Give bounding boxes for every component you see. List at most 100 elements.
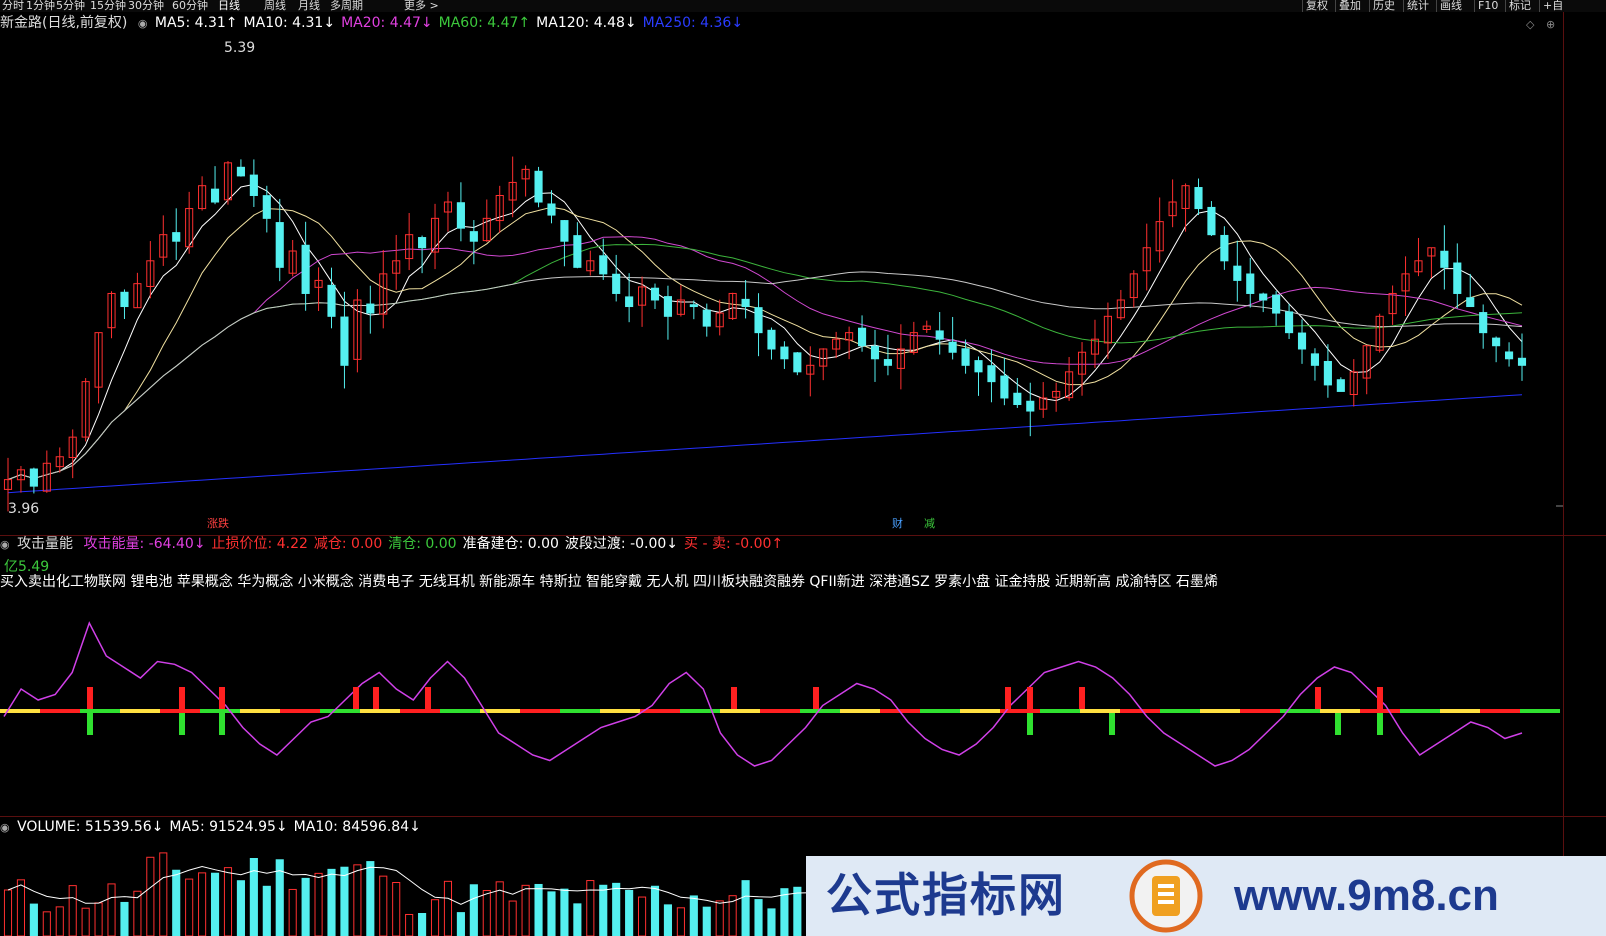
volume-bar	[599, 884, 608, 936]
period-tab[interactable]: 月线	[298, 0, 320, 12]
period-tab[interactable]: 更多 >	[404, 0, 439, 12]
toolbar-button[interactable]: 叠加	[1339, 0, 1361, 12]
ma5-line	[7, 183, 1523, 481]
sell-signal-bar	[1377, 687, 1383, 709]
candle-body	[974, 360, 983, 373]
toolbar-button[interactable]: 复权	[1306, 0, 1328, 12]
candle	[715, 299, 724, 336]
volume-bar	[301, 877, 310, 936]
indicator-value: MA5: 91524.95↓	[169, 819, 288, 835]
toolbar-button[interactable]: 统计	[1407, 0, 1429, 12]
volume-bar	[120, 901, 129, 936]
buy-signal-bar	[219, 713, 225, 735]
candle	[301, 221, 310, 311]
candle	[456, 182, 465, 242]
volume-bar	[366, 861, 375, 936]
indicator-value: 减仓: 0.00	[313, 536, 383, 552]
toolbar-button[interactable]: F10	[1478, 0, 1498, 12]
period-toolbar: 分时 1分钟 5分钟 15分钟 30分钟 60分钟 日线 周线 月线 多周期 更多 > 复权 叠加 历史统…	[0, 0, 1606, 12]
candle-body	[663, 296, 673, 317]
candle-body	[793, 352, 802, 373]
volume-bar	[650, 885, 660, 936]
indicator-value: 波段过渡: -0.00↓	[564, 536, 679, 552]
period-tab[interactable]: 日线	[218, 0, 240, 12]
candle	[366, 285, 375, 334]
candle	[754, 293, 763, 357]
candle	[935, 312, 944, 355]
volume-bar	[612, 882, 621, 936]
indicator-value: 攻击能量: -64.40↓	[83, 536, 206, 552]
candle-body	[1194, 187, 1203, 210]
candle	[1181, 183, 1190, 232]
candle	[340, 291, 349, 389]
volume-indicator-list: VOLUME: 51539.56↓ MA5: 91524.95↓ MA10: 845…	[17, 819, 427, 835]
candle	[430, 203, 440, 270]
buy-signal-bar	[1027, 713, 1033, 735]
period-tab[interactable]: 多周期	[330, 0, 363, 12]
candle	[443, 191, 453, 232]
volume-bar	[715, 900, 724, 936]
volume-bar	[573, 903, 582, 936]
candle-body	[1336, 379, 1345, 392]
candle-body	[702, 309, 711, 327]
candle	[94, 332, 103, 404]
volume-bar	[625, 889, 634, 936]
candle	[16, 466, 25, 493]
toolbar-button[interactable]: 画线	[1440, 0, 1462, 12]
candle-body	[1479, 312, 1488, 334]
volume-bar	[767, 908, 776, 936]
volume-bar	[55, 906, 64, 936]
candle-body	[870, 345, 880, 360]
attack-energy-chart[interactable]	[0, 592, 1563, 816]
candle	[327, 267, 336, 329]
candle	[948, 316, 957, 360]
candle	[210, 166, 220, 205]
volume-bar	[314, 872, 323, 936]
volume-bar	[210, 872, 220, 936]
candle-body	[1285, 311, 1294, 334]
candle	[1220, 226, 1229, 270]
candle	[1453, 243, 1462, 309]
period-tab[interactable]: 5分钟	[56, 0, 85, 12]
candle	[845, 326, 854, 360]
candle-body	[573, 235, 582, 268]
volume-bar	[42, 911, 51, 936]
candle-body	[948, 341, 957, 353]
candle	[508, 156, 517, 218]
period-tab[interactable]: 1分钟	[26, 0, 55, 12]
candle	[495, 185, 504, 233]
candle-body	[29, 468, 38, 487]
sell-signal-bar	[425, 687, 431, 709]
candlestick-chart[interactable]	[0, 12, 1563, 534]
toolbar-button[interactable]: 标记	[1509, 0, 1531, 12]
candle	[612, 254, 621, 302]
candle-body	[275, 222, 284, 268]
settings-icon[interactable]: ◉	[0, 821, 10, 834]
candle-body	[650, 287, 660, 301]
candle	[120, 289, 129, 320]
toolbar-button[interactable]: +自	[1543, 0, 1563, 12]
sell-signal-bar	[179, 687, 185, 709]
period-tab[interactable]: 30分钟	[128, 0, 164, 12]
candle-body	[418, 237, 427, 249]
candle-body	[340, 316, 349, 366]
candle-body	[857, 327, 867, 347]
watermark-site-name: 公式指标网	[826, 868, 1066, 922]
period-tab[interactable]: 分时	[2, 0, 24, 12]
volume-panel-header: ◉ VOLUME: 51539.56↓ MA5: 91524.95↓ MA10: 8…	[0, 818, 427, 837]
sell-signal-bar	[373, 687, 379, 709]
candle	[198, 176, 207, 211]
toolbar-button[interactable]: 历史	[1373, 0, 1395, 12]
candle	[68, 429, 77, 479]
candle	[133, 272, 142, 309]
watermark-url: www.9m8.cn	[1234, 871, 1499, 920]
settings-icon[interactable]: ◉	[0, 538, 10, 551]
volume-bar	[534, 883, 543, 936]
candle-body	[456, 202, 465, 229]
period-tab[interactable]: 60分钟	[172, 0, 208, 12]
period-tab[interactable]: 15分钟	[90, 0, 126, 12]
period-tab[interactable]: 周线	[264, 0, 286, 12]
candle	[1155, 197, 1164, 263]
candle-body	[935, 330, 944, 340]
candle	[1310, 348, 1320, 381]
